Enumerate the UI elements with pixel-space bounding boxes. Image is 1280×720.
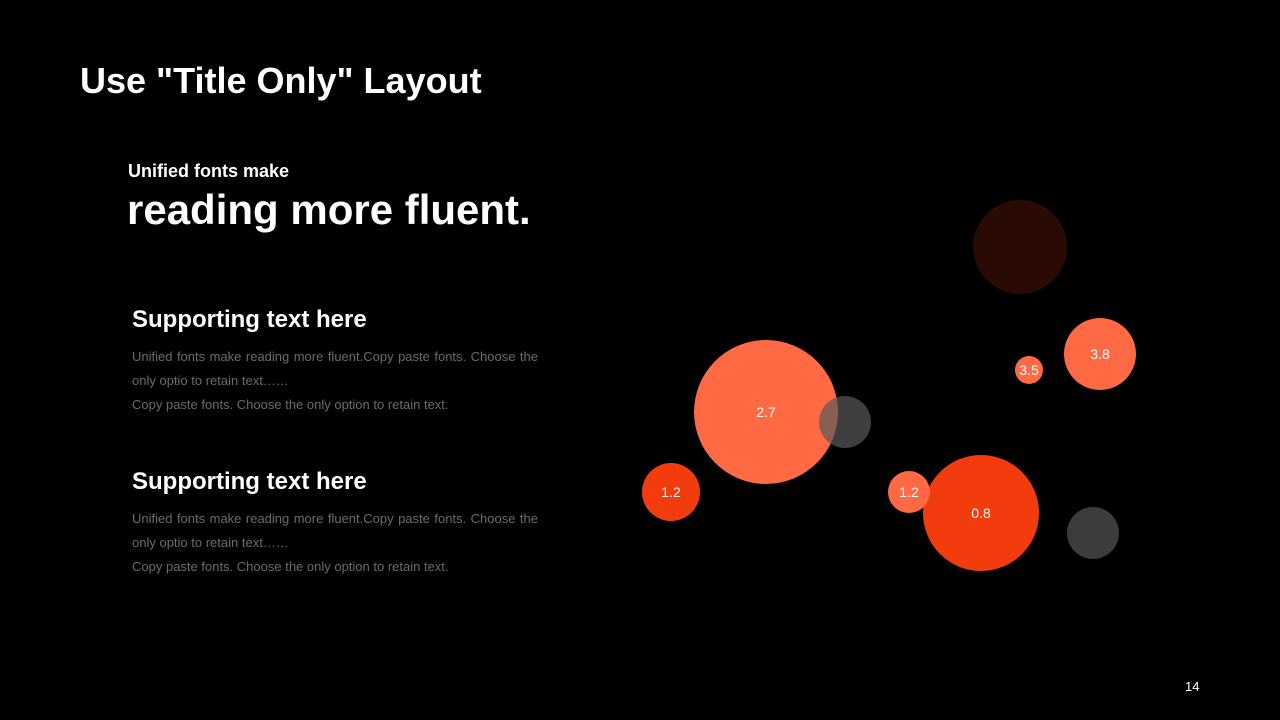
- bubble-chart: 3.8 3.5 2.7 1.2 0.8 1.2: [642, 200, 1136, 571]
- bubble: [1067, 507, 1119, 559]
- page-number: 14: [1185, 679, 1200, 694]
- bubble-label: 0.8: [971, 505, 991, 521]
- bubble-label: 3.5: [1019, 362, 1039, 378]
- bubble-label: 2.7: [756, 404, 776, 420]
- bubble: [973, 200, 1067, 294]
- bubble-label: 1.2: [661, 484, 681, 500]
- bubble-label: 1.2: [899, 484, 919, 500]
- bubble: [819, 396, 871, 448]
- bubble-label: 3.8: [1090, 346, 1110, 362]
